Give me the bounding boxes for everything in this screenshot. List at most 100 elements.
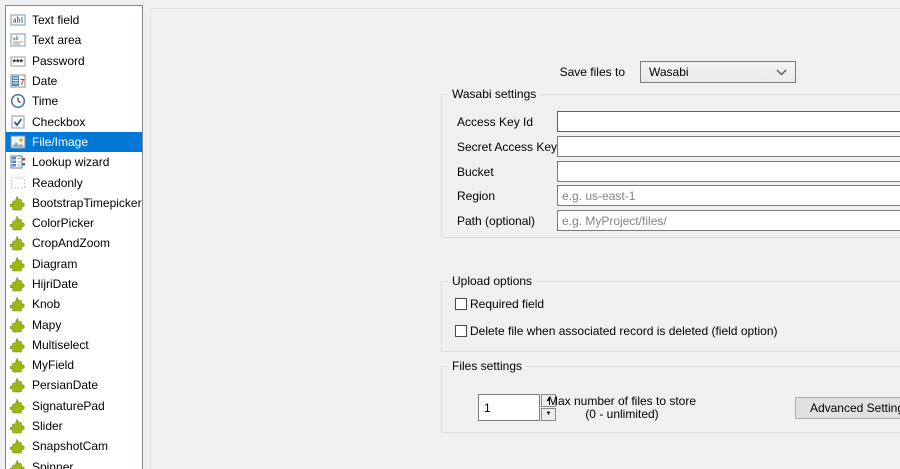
- sidebar-item-time[interactable]: Time: [6, 91, 142, 111]
- bucket-input[interactable]: [557, 161, 900, 182]
- sidebar-item-label: SnapshotCam: [32, 438, 108, 454]
- storage-provider-dropdown[interactable]: Wasabi: [640, 61, 796, 83]
- sidebar-item-label: File/Image: [32, 134, 88, 150]
- sidebar-item-label: ColorPicker: [32, 215, 94, 231]
- sidebar-item-diagram[interactable]: Diagram: [6, 254, 142, 274]
- plugin-puzzle-icon: [10, 418, 26, 434]
- sidebar-item-label: Text field: [32, 12, 79, 28]
- sidebar-item-label: Readonly: [32, 175, 83, 191]
- sidebar-item-text-area[interactable]: ab Text area: [6, 30, 142, 50]
- sidebar-item-persiandate[interactable]: PersianDate: [6, 375, 142, 395]
- sidebar-item-multiselect[interactable]: Multiselect: [6, 335, 142, 355]
- sidebar-item-readonly[interactable]: Readonly: [6, 172, 142, 192]
- date-icon: 7: [10, 73, 26, 89]
- sidebar-item-lookup-wizard[interactable]: Lookup wizard: [6, 152, 142, 172]
- sidebar-item-signaturepad[interactable]: SignaturePad: [6, 396, 142, 416]
- upload-options-group-title: Upload options: [448, 274, 536, 288]
- files-settings-group-title: Files settings: [448, 359, 526, 373]
- sidebar-item-date[interactable]: 7 Date: [6, 71, 142, 91]
- sidebar-item-password[interactable]: *** Password: [6, 51, 142, 71]
- delete-file-checkbox-row[interactable]: Delete file when associated record is de…: [455, 324, 778, 338]
- time-icon: [10, 93, 26, 109]
- file-image-icon: [10, 134, 26, 150]
- plugin-puzzle-icon: [10, 317, 26, 333]
- sidebar-item-file-image[interactable]: File/Image: [6, 132, 142, 152]
- access-key-id-label: Access Key Id: [457, 115, 533, 129]
- svg-text:***: ***: [13, 57, 24, 67]
- sidebar-item-hijridate[interactable]: HijriDate: [6, 274, 142, 294]
- text-area-icon: ab: [10, 32, 26, 48]
- sidebar-item-snapshotcam[interactable]: SnapshotCam: [6, 436, 142, 456]
- path-label: Path (optional): [457, 214, 535, 228]
- plugin-puzzle-icon: [10, 195, 26, 211]
- max-files-label-line2: (0 - unlimited): [547, 408, 697, 421]
- sidebar-item-myfield[interactable]: MyField: [6, 355, 142, 375]
- svg-text:7: 7: [20, 78, 25, 87]
- sidebar-item-label: Password: [32, 53, 85, 69]
- svg-text:ab: ab: [13, 16, 21, 25]
- plugin-puzzle-icon: [10, 438, 26, 454]
- checkbox-icon: [10, 114, 26, 130]
- plugin-puzzle-icon: [10, 459, 26, 469]
- secret-access-key-input[interactable]: [557, 136, 900, 157]
- plugin-puzzle-icon: [10, 377, 26, 393]
- sidebar-item-label: Text area: [32, 32, 81, 48]
- sidebar-item-label: HijriDate: [32, 276, 78, 292]
- wasabi-settings-group: Wasabi settings Access Key Id Secret Acc…: [441, 94, 900, 238]
- secret-access-key-label: Secret Access Key: [457, 140, 557, 154]
- readonly-icon: [10, 175, 26, 191]
- delete-file-checkbox-label: Delete file when associated record is de…: [470, 324, 778, 338]
- plugin-puzzle-icon: [10, 296, 26, 312]
- sidebar-item-mapy[interactable]: Mapy: [6, 314, 142, 334]
- svg-text:ab: ab: [13, 36, 19, 42]
- files-settings-group: Files settings ▲ ▼ Max number of files t…: [441, 366, 900, 433]
- access-key-id-input[interactable]: [557, 111, 900, 132]
- sidebar-item-knob[interactable]: Knob: [6, 294, 142, 314]
- max-files-input[interactable]: [478, 394, 540, 421]
- sidebar-item-label: Checkbox: [32, 114, 85, 130]
- lookup-wizard-icon: [10, 154, 26, 170]
- region-label: Region: [457, 189, 495, 203]
- save-files-to-label: Save files to: [521, 65, 625, 79]
- plugin-puzzle-icon: [10, 398, 26, 414]
- plugin-puzzle-icon: [10, 215, 26, 231]
- delete-file-checkbox[interactable]: [455, 325, 467, 337]
- required-field-checkbox-row[interactable]: Required field: [455, 297, 544, 311]
- plugin-puzzle-icon: [10, 357, 26, 373]
- plugin-puzzle-icon: [10, 256, 26, 272]
- sidebar-item-spinner[interactable]: Spinner: [6, 457, 142, 469]
- sidebar-item-label: MyField: [32, 357, 74, 373]
- sidebar-item-text-field[interactable]: ab Text field: [6, 10, 142, 30]
- field-type-list: ab Text field ab Text area *** Password 7 Date T…: [5, 5, 143, 469]
- region-input[interactable]: [557, 185, 900, 206]
- password-icon: ***: [10, 53, 26, 69]
- sidebar-item-label: PersianDate: [32, 377, 98, 393]
- sidebar-item-label: Date: [32, 73, 57, 89]
- sidebar-item-label: SignaturePad: [32, 398, 105, 414]
- sidebar-item-cropandzoom[interactable]: CropAndZoom: [6, 233, 142, 253]
- sidebar-item-label: Mapy: [32, 317, 61, 333]
- sidebar-item-slider[interactable]: Slider: [6, 416, 142, 436]
- max-files-label: Max number of files to store (0 - unlimi…: [547, 395, 697, 421]
- required-field-checkbox[interactable]: [455, 298, 467, 310]
- sidebar-item-checkbox[interactable]: Checkbox: [6, 111, 142, 131]
- sidebar-item-label: BootstrapTimepicker: [32, 195, 142, 211]
- sidebar-item-label: Lookup wizard: [32, 154, 109, 170]
- wasabi-settings-group-title: Wasabi settings: [448, 87, 540, 101]
- path-input[interactable]: [557, 210, 900, 231]
- sidebar-item-label: CropAndZoom: [32, 235, 110, 251]
- advanced-settings-button[interactable]: Advanced Settings: [795, 397, 900, 419]
- upload-options-group: Upload options Required field Delete fil…: [441, 281, 900, 352]
- sidebar-item-label: Multiselect: [32, 337, 89, 353]
- bucket-label: Bucket: [457, 165, 494, 179]
- sidebar-item-bootstraptimepicker[interactable]: BootstrapTimepicker: [6, 193, 142, 213]
- sidebar-item-colorpicker[interactable]: ColorPicker: [6, 213, 142, 233]
- sidebar-item-label: Spinner: [32, 459, 73, 469]
- storage-provider-selected-value: Wasabi: [649, 65, 776, 79]
- plugin-puzzle-icon: [10, 337, 26, 353]
- sidebar-item-label: Knob: [32, 296, 60, 312]
- plugin-puzzle-icon: [10, 235, 26, 251]
- sidebar-item-label: Diagram: [32, 256, 77, 272]
- chevron-down-icon: [776, 69, 787, 76]
- required-field-checkbox-label: Required field: [470, 297, 544, 311]
